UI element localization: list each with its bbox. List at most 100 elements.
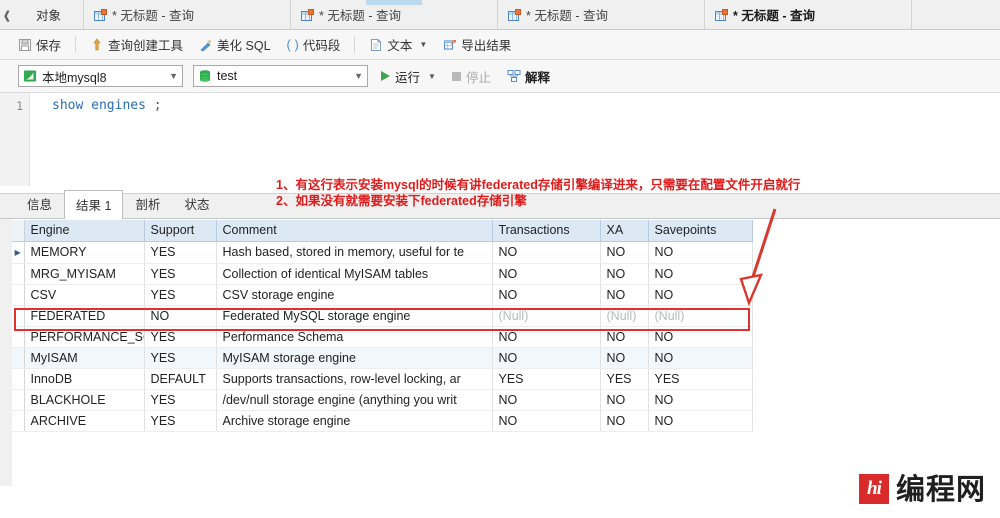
text-view-button[interactable]: 文本 ▼ xyxy=(361,31,435,58)
cell-engine[interactable]: BLACKHOLE xyxy=(24,389,145,411)
column-header-transactions[interactable]: Transactions xyxy=(492,220,601,242)
cell-comment[interactable]: Federated MySQL storage engine xyxy=(216,305,493,327)
cell-xa[interactable]: NO xyxy=(600,347,649,369)
query-builder-label: 查询创建工具 xyxy=(108,39,184,53)
chevron-down-icon[interactable]: ▼ xyxy=(419,40,427,49)
cell-support[interactable]: YES xyxy=(144,263,217,285)
cell-transactions[interactable]: NO xyxy=(492,241,601,264)
cell-engine[interactable]: CSV xyxy=(24,284,145,306)
connection-icon xyxy=(23,69,37,83)
tab-query-2[interactable]: * 无标题 - 查询 xyxy=(291,0,499,29)
tab-status[interactable]: 状态 xyxy=(172,189,221,218)
table-row[interactable]: ARCHIVE YES Archive storage engine NO NO… xyxy=(12,410,753,432)
cell-transactions[interactable]: YES xyxy=(492,368,601,390)
cell-savepoints[interactable]: NO xyxy=(648,347,753,369)
table-row[interactable]: InnoDB DEFAULT Supports transactions, ro… xyxy=(12,368,753,390)
result-grid[interactable]: Engine Support Comment Transactions XA S… xyxy=(12,220,1000,486)
database-select[interactable]: test ▼ xyxy=(193,65,368,87)
cell-comment[interactable]: Collection of identical MyISAM tables xyxy=(216,263,493,285)
explain-button[interactable]: 解释 xyxy=(504,67,553,86)
cell-xa[interactable]: YES xyxy=(600,368,649,390)
stop-button[interactable]: 停止 xyxy=(449,67,494,86)
cell-support[interactable]: YES xyxy=(144,347,217,369)
cell-support[interactable]: YES xyxy=(144,326,217,348)
tab-profile[interactable]: 剖析 xyxy=(123,189,172,218)
sql-code-line[interactable]: show engines ; xyxy=(52,97,162,115)
column-header-support[interactable]: Support xyxy=(144,220,217,242)
cell-support[interactable]: NO xyxy=(144,305,217,327)
cell-engine[interactable]: MyISAM xyxy=(24,347,145,369)
connection-select[interactable]: 本地mysql8 ▼ xyxy=(18,65,183,87)
table-row-federated[interactable]: FEDERATED NO Federated MySQL storage eng… xyxy=(12,305,753,327)
cell-support[interactable]: YES xyxy=(144,410,217,432)
column-header-xa[interactable]: XA xyxy=(600,220,649,242)
cell-transactions[interactable]: NO xyxy=(492,410,601,432)
cell-savepoints[interactable]: NO xyxy=(648,410,753,432)
cell-xa[interactable]: NO xyxy=(600,284,649,306)
cell-savepoints[interactable]: NO xyxy=(648,326,753,348)
tab-query-4[interactable]: * 无标题 - 查询 xyxy=(705,0,913,29)
table-row[interactable]: ▶ MEMORY YES Hash based, stored in memor… xyxy=(12,241,753,264)
cell-xa[interactable]: NO xyxy=(600,389,649,411)
cell-support[interactable]: DEFAULT xyxy=(144,368,217,390)
export-result-label: 导出结果 xyxy=(461,39,512,53)
sql-semicolon: ; xyxy=(153,98,162,113)
cell-engine[interactable]: FEDERATED xyxy=(24,305,145,327)
cell-savepoints[interactable]: YES xyxy=(648,368,753,390)
cell-xa[interactable]: NO xyxy=(600,326,649,348)
line-number: 1 xyxy=(16,99,23,113)
play-icon xyxy=(381,71,390,81)
cell-transactions[interactable]: (Null) xyxy=(492,305,601,327)
collapse-sidebar-chevron-icon[interactable]: ❰ xyxy=(0,0,14,29)
chevron-down-icon[interactable]: ▼ xyxy=(165,71,178,81)
tab-objects[interactable]: 对象 xyxy=(14,0,85,29)
column-header-comment[interactable]: Comment xyxy=(216,220,493,242)
cell-support[interactable]: YES xyxy=(144,241,217,264)
table-row[interactable]: CSV YES CSV storage engine NO NO NO xyxy=(12,284,753,306)
cell-support[interactable]: YES xyxy=(144,284,217,306)
cell-xa[interactable]: (Null) xyxy=(600,305,649,327)
table-row[interactable]: BLACKHOLE YES /dev/null storage engine (… xyxy=(12,389,753,411)
snippet-button[interactable]: ( ) 代码段 xyxy=(279,31,349,58)
cell-xa[interactable]: NO xyxy=(600,410,649,432)
cell-transactions[interactable]: NO xyxy=(492,389,601,411)
cell-engine[interactable]: ARCHIVE xyxy=(24,410,145,432)
tab-objects-label: 对象 xyxy=(36,9,62,23)
cell-xa[interactable]: NO xyxy=(600,263,649,285)
cell-transactions[interactable]: NO xyxy=(492,347,601,369)
cell-comment[interactable]: CSV storage engine xyxy=(216,284,493,306)
cell-transactions[interactable]: NO xyxy=(492,326,601,348)
tab-query-1[interactable]: * 无标题 - 查询 xyxy=(84,0,292,29)
export-result-button[interactable]: 导出结果 xyxy=(435,31,519,58)
cell-comment[interactable]: MyISAM storage engine xyxy=(216,347,493,369)
cell-engine[interactable]: MEMORY xyxy=(24,241,145,264)
cell-comment[interactable]: Archive storage engine xyxy=(216,410,493,432)
cell-comment[interactable]: /dev/null storage engine (anything you w… xyxy=(216,389,493,411)
explain-plan-icon xyxy=(507,69,521,83)
cell-support[interactable]: YES xyxy=(144,389,217,411)
table-row[interactable]: MRG_MYISAM YES Collection of identical M… xyxy=(12,263,753,285)
cell-savepoints[interactable]: NO xyxy=(648,389,753,411)
cell-engine[interactable]: MRG_MYISAM xyxy=(24,263,145,285)
cell-comment[interactable]: Hash based, stored in memory, useful for… xyxy=(216,241,493,264)
tab-query-3-label: * 无标题 - 查询 xyxy=(526,9,608,23)
run-button[interactable]: 运行 ▼ xyxy=(378,67,439,86)
table-row[interactable]: MyISAM YES MyISAM storage engine NO NO N… xyxy=(12,347,753,369)
save-button[interactable]: 保存 xyxy=(10,31,69,58)
cell-transactions[interactable]: NO xyxy=(492,263,601,285)
tab-query-3[interactable]: * 无标题 - 查询 xyxy=(498,0,706,29)
cell-comment[interactable]: Performance Schema xyxy=(216,326,493,348)
cell-xa[interactable]: NO xyxy=(600,241,649,264)
cell-transactions[interactable]: NO xyxy=(492,284,601,306)
cell-engine[interactable]: PERFORMANCE_SCH xyxy=(24,326,145,348)
chevron-down-icon[interactable]: ▼ xyxy=(350,71,363,81)
cell-comment[interactable]: Supports transactions, row-level locking… xyxy=(216,368,493,390)
chevron-down-icon[interactable]: ▼ xyxy=(428,72,436,81)
table-row[interactable]: PERFORMANCE_SCH YES Performance Schema N… xyxy=(12,326,753,348)
beautify-sql-button[interactable]: 美化 SQL xyxy=(191,31,279,58)
cell-engine[interactable]: InnoDB xyxy=(24,368,145,390)
tab-result-1[interactable]: 结果 1 xyxy=(64,190,124,219)
column-header-engine[interactable]: Engine xyxy=(24,220,145,242)
tab-info[interactable]: 信息 xyxy=(15,189,64,218)
query-builder-button[interactable]: 查询创建工具 xyxy=(82,31,191,58)
